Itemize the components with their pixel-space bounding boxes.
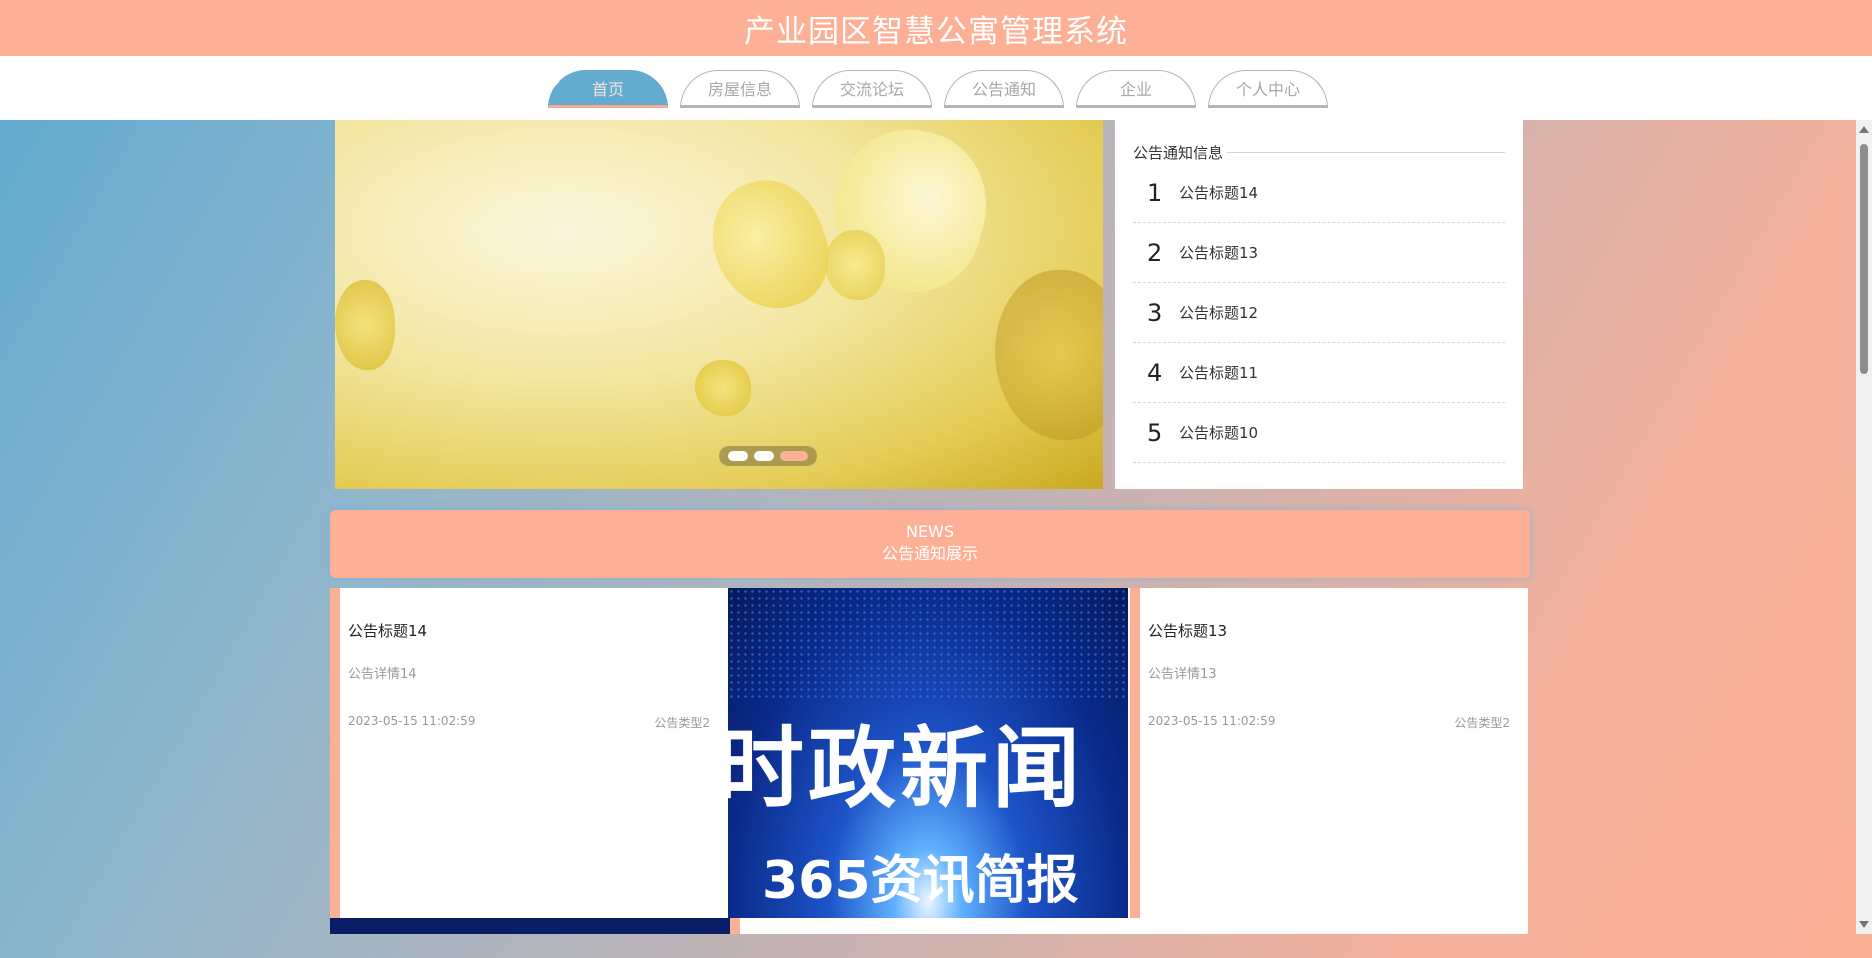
world-map-pattern bbox=[728, 588, 1128, 698]
carousel-dot[interactable] bbox=[754, 451, 774, 461]
scroll-up-icon[interactable] bbox=[1859, 126, 1869, 133]
notice-list-item[interactable]: 1 公告标题14 bbox=[1133, 163, 1505, 223]
notice-list-item[interactable]: 2 公告标题13 bbox=[1133, 223, 1505, 283]
news-card[interactable]: 公告标题14 公告详情14 2023-05-15 11:02:59 公告类型2 bbox=[330, 588, 728, 918]
news-card-date: 2023-05-15 11:02:59 bbox=[348, 714, 476, 728]
news-image-headline: 时政新闻 bbox=[728, 717, 1085, 820]
notice-number: 4 bbox=[1147, 358, 1163, 387]
divider bbox=[1227, 152, 1505, 153]
nav-bar: 首页 房屋信息 交流论坛 公告通知 企业 个人中心 bbox=[0, 56, 1872, 120]
carousel-dots bbox=[719, 446, 817, 466]
news-card-desc: 公告详情13 bbox=[1148, 667, 1217, 682]
petal-decoration bbox=[695, 360, 751, 416]
card-accent bbox=[330, 588, 340, 918]
petal-decoration bbox=[995, 270, 1103, 440]
scroll-thumb[interactable] bbox=[1860, 144, 1868, 374]
news-grid: 公告标题14 公告详情14 2023-05-15 11:02:59 公告类型2 … bbox=[330, 588, 1528, 934]
news-card-meta: 2023-05-15 11:02:59 公告类型2 bbox=[1148, 714, 1510, 731]
news-section-header: NEWS 公告通知展示 bbox=[330, 510, 1530, 578]
tab-company[interactable]: 企业 bbox=[1076, 70, 1196, 108]
nav-tabs: 首页 房屋信息 交流论坛 公告通知 企业 个人中心 bbox=[548, 70, 1328, 108]
scroll-down-icon[interactable] bbox=[1859, 921, 1869, 928]
notice-list-item[interactable]: 5 公告标题10 bbox=[1133, 403, 1505, 463]
notice-panel-title: 公告通知信息 bbox=[1133, 144, 1224, 162]
news-card-desc: 公告详情14 bbox=[348, 667, 417, 682]
petal-decoration bbox=[696, 165, 844, 325]
notice-panel-header: 公告通知信息 bbox=[1133, 142, 1505, 163]
notice-number: 5 bbox=[1147, 418, 1163, 447]
news-card-meta: 2023-05-15 11:02:59 公告类型2 bbox=[348, 714, 710, 731]
notice-title[interactable]: 公告标题11 bbox=[1179, 362, 1258, 383]
news-card-title[interactable]: 公告标题13 bbox=[1148, 620, 1510, 641]
notice-list-item[interactable]: 4 公告标题11 bbox=[1133, 343, 1505, 403]
news-card-type: 公告类型2 bbox=[1454, 716, 1510, 730]
news-image-next-row bbox=[330, 918, 730, 934]
notice-title[interactable]: 公告标题10 bbox=[1179, 422, 1258, 443]
notice-title[interactable]: 公告标题14 bbox=[1179, 182, 1258, 203]
notice-title[interactable]: 公告标题12 bbox=[1179, 302, 1258, 323]
carousel-dot-active[interactable] bbox=[780, 451, 808, 461]
card-accent bbox=[730, 918, 740, 934]
news-label-en: NEWS bbox=[905, 522, 955, 541]
news-card[interactable]: 公告标题13 公告详情13 2023-05-15 11:02:59 公告类型2 bbox=[1130, 588, 1528, 918]
card-accent bbox=[1130, 588, 1140, 918]
tab-personal-center[interactable]: 个人中心 bbox=[1208, 70, 1328, 108]
page-scrollbar[interactable] bbox=[1856, 120, 1872, 934]
app-title: 产业园区智慧公寓管理系统 bbox=[744, 13, 1128, 50]
notice-title[interactable]: 公告标题13 bbox=[1179, 242, 1258, 263]
tab-home[interactable]: 首页 bbox=[548, 70, 668, 108]
news-card-date: 2023-05-15 11:02:59 bbox=[1148, 714, 1276, 728]
carousel-dot[interactable] bbox=[728, 451, 748, 461]
news-card-title[interactable]: 公告标题14 bbox=[348, 620, 710, 641]
notice-panel: 公告通知信息 1 公告标题14 2 公告标题13 3 公告标题12 4 公告标题… bbox=[1115, 120, 1523, 489]
tab-notices[interactable]: 公告通知 bbox=[944, 70, 1064, 108]
news-image[interactable]: 时政新闻 365资讯简报 bbox=[728, 588, 1128, 918]
notice-number: 3 bbox=[1147, 298, 1163, 327]
notice-number: 2 bbox=[1147, 238, 1163, 267]
header-bar: 产业园区智慧公寓管理系统 bbox=[0, 0, 1872, 56]
petal-decoration bbox=[825, 230, 885, 300]
news-card-type: 公告类型2 bbox=[654, 716, 710, 730]
news-image-subline: 365资讯简报 bbox=[762, 851, 1079, 911]
notice-list-item[interactable]: 3 公告标题12 bbox=[1133, 283, 1505, 343]
tab-forum[interactable]: 交流论坛 bbox=[812, 70, 932, 108]
petal-decoration bbox=[335, 280, 395, 370]
tab-house-info[interactable]: 房屋信息 bbox=[680, 70, 800, 108]
news-label-cn: 公告通知展示 bbox=[881, 544, 978, 563]
banner-carousel[interactable] bbox=[335, 120, 1103, 489]
notice-number: 1 bbox=[1147, 178, 1163, 207]
